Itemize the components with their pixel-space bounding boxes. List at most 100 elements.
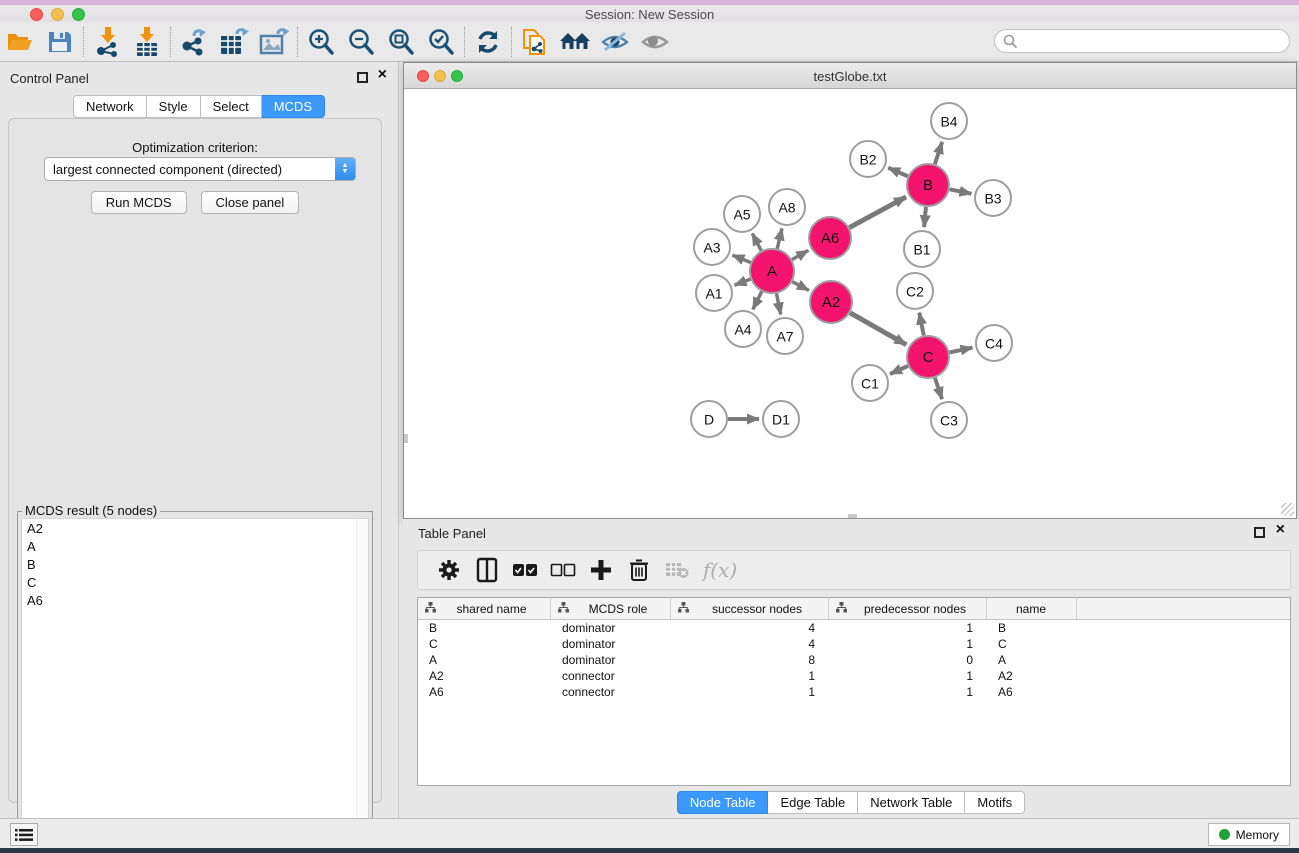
- cell-shared-name: B: [418, 621, 551, 635]
- edge-A-A1[interactable]: [735, 279, 751, 285]
- network-window-title-bar[interactable]: testGlobe.txt: [404, 63, 1296, 89]
- export-image-icon[interactable]: [254, 25, 294, 59]
- cell-successor-nodes: 1: [671, 669, 829, 683]
- tab-select[interactable]: Select: [201, 95, 262, 118]
- cell-predecessor-nodes: 1: [829, 685, 987, 699]
- edge-C-C2[interactable]: [919, 313, 923, 336]
- clone-network-icon[interactable]: [515, 25, 555, 59]
- tab-motifs[interactable]: Motifs: [965, 791, 1025, 814]
- table-body: Bdominator41BCdominator41CAdominator80AA…: [418, 620, 1290, 700]
- tab-edge-table[interactable]: Edge Table: [768, 791, 858, 814]
- table-row[interactable]: A2connector11A2: [418, 668, 1290, 684]
- column-header-MCDS-role[interactable]: MCDS role: [551, 598, 671, 619]
- cell-shared-name: C: [418, 637, 551, 651]
- edge-C-C1[interactable]: [890, 366, 908, 374]
- task-history-button[interactable]: [10, 823, 38, 846]
- edge-B-B2[interactable]: [888, 168, 908, 177]
- table-row[interactable]: Bdominator41B: [418, 620, 1290, 636]
- run-mcds-button[interactable]: Run MCDS: [91, 191, 187, 214]
- close-table-panel-icon[interactable]: ×: [1276, 521, 1285, 539]
- graph-node-label-A5: A5: [733, 207, 750, 223]
- zoom-selected-icon[interactable]: [421, 25, 461, 59]
- table-row[interactable]: Cdominator41C: [418, 636, 1290, 652]
- search-input[interactable]: [1018, 34, 1268, 49]
- result-scrollbar[interactable]: [356, 519, 368, 849]
- column-header-name[interactable]: name: [987, 598, 1077, 619]
- graph-node-label-C2: C2: [906, 284, 924, 300]
- cell-MCDS-role: connector: [551, 685, 671, 699]
- criterion-dropdown[interactable]: largest connected component (directed) ▲…: [44, 157, 356, 181]
- edge-A-A3[interactable]: [732, 255, 750, 262]
- tab-node-table[interactable]: Node Table: [677, 791, 769, 814]
- cell-predecessor-nodes: 1: [829, 637, 987, 651]
- network-graph[interactable]: B4B2BB3B1A5A8A3A6AA1A2C2A4A7CC4C1C3DD1: [404, 89, 1296, 518]
- settings-gear-icon[interactable]: [430, 554, 468, 586]
- deselect-all-checkboxes-icon[interactable]: [544, 554, 582, 586]
- edge-B-B3[interactable]: [950, 189, 972, 193]
- column-header-successor-nodes[interactable]: successor nodes: [671, 598, 829, 619]
- zoom-out-icon[interactable]: [341, 25, 381, 59]
- tab-mcds[interactable]: MCDS: [262, 95, 325, 118]
- control-panel-tabs: NetworkStyleSelectMCDS: [0, 95, 398, 118]
- hide-panels-eye-icon[interactable]: [595, 25, 635, 59]
- result-item[interactable]: C: [22, 573, 368, 591]
- close-panel-button[interactable]: Close panel: [201, 191, 300, 214]
- edge-A6-B[interactable]: [849, 197, 906, 228]
- edge-A-A4[interactable]: [753, 292, 762, 310]
- app-title: Session: New Session: [0, 7, 1299, 22]
- mcds-result-list[interactable]: A2ABCA6: [21, 518, 369, 850]
- result-item[interactable]: A6: [22, 591, 368, 609]
- graph-node-label-C: C: [923, 349, 934, 366]
- cell-successor-nodes: 4: [671, 621, 829, 635]
- memory-button[interactable]: Memory: [1208, 823, 1290, 846]
- column-header-shared-name[interactable]: shared name: [418, 598, 551, 619]
- export-table-icon[interactable]: [214, 25, 254, 59]
- import-network-icon[interactable]: [87, 25, 127, 59]
- graph-node-label-B: B: [923, 177, 933, 194]
- column-header-predecessor-nodes[interactable]: predecessor nodes: [829, 598, 987, 619]
- edge-A-A7[interactable]: [777, 294, 781, 315]
- edge-C-C4[interactable]: [950, 348, 973, 353]
- open-file-icon[interactable]: [0, 25, 40, 59]
- import-table-icon[interactable]: [127, 25, 167, 59]
- tab-network[interactable]: Network: [73, 95, 147, 118]
- edge-A-A2[interactable]: [792, 282, 809, 291]
- result-item[interactable]: B: [22, 555, 368, 573]
- show-columns-icon[interactable]: [468, 554, 506, 586]
- edge-A-A8[interactable]: [777, 228, 782, 248]
- toolbar-separator: [170, 27, 171, 57]
- save-session-icon[interactable]: [40, 25, 80, 59]
- result-item[interactable]: A2: [22, 519, 368, 537]
- cell-shared-name: A: [418, 653, 551, 667]
- search-field[interactable]: [994, 29, 1290, 53]
- export-network-icon[interactable]: [174, 25, 214, 59]
- show-panels-eye-icon[interactable]: [635, 25, 675, 59]
- refresh-layout-icon[interactable]: [468, 25, 508, 59]
- table-row[interactable]: A6connector11A6: [418, 684, 1290, 700]
- edge-A-A6[interactable]: [792, 250, 808, 259]
- window-resize-grip-icon[interactable]: [1281, 503, 1294, 516]
- close-panel-icon[interactable]: ×: [378, 66, 387, 84]
- float-table-panel-icon[interactable]: [1254, 527, 1265, 538]
- cell-predecessor-nodes: 1: [829, 621, 987, 635]
- delete-column-trash-icon[interactable]: [620, 554, 658, 586]
- column-header-label: MCDS role: [574, 602, 670, 616]
- tab-style[interactable]: Style: [147, 95, 201, 118]
- edge-A-A5[interactable]: [752, 233, 761, 250]
- node-table[interactable]: shared name MCDS rolesuccessor nodesprede…: [417, 597, 1291, 786]
- zoom-in-icon[interactable]: [301, 25, 341, 59]
- edge-C-C3[interactable]: [935, 378, 942, 399]
- edge-B-B4[interactable]: [935, 142, 942, 164]
- float-panel-icon[interactable]: [357, 72, 368, 83]
- select-all-checkboxes-icon[interactable]: [506, 554, 544, 586]
- table-row[interactable]: Adominator80A: [418, 652, 1290, 668]
- edge-A2-C[interactable]: [850, 313, 906, 345]
- network-canvas[interactable]: B4B2BB3B1A5A8A3A6AA1A2C2A4A7CC4C1C3DD1: [404, 89, 1296, 518]
- result-item[interactable]: A: [22, 537, 368, 555]
- tab-network-table[interactable]: Network Table: [858, 791, 965, 814]
- canvas-left-marker: [404, 434, 408, 443]
- zoom-fit-icon[interactable]: [381, 25, 421, 59]
- edge-B-B1[interactable]: [924, 207, 926, 227]
- add-column-icon[interactable]: [582, 554, 620, 586]
- home-icon[interactable]: [555, 25, 595, 59]
